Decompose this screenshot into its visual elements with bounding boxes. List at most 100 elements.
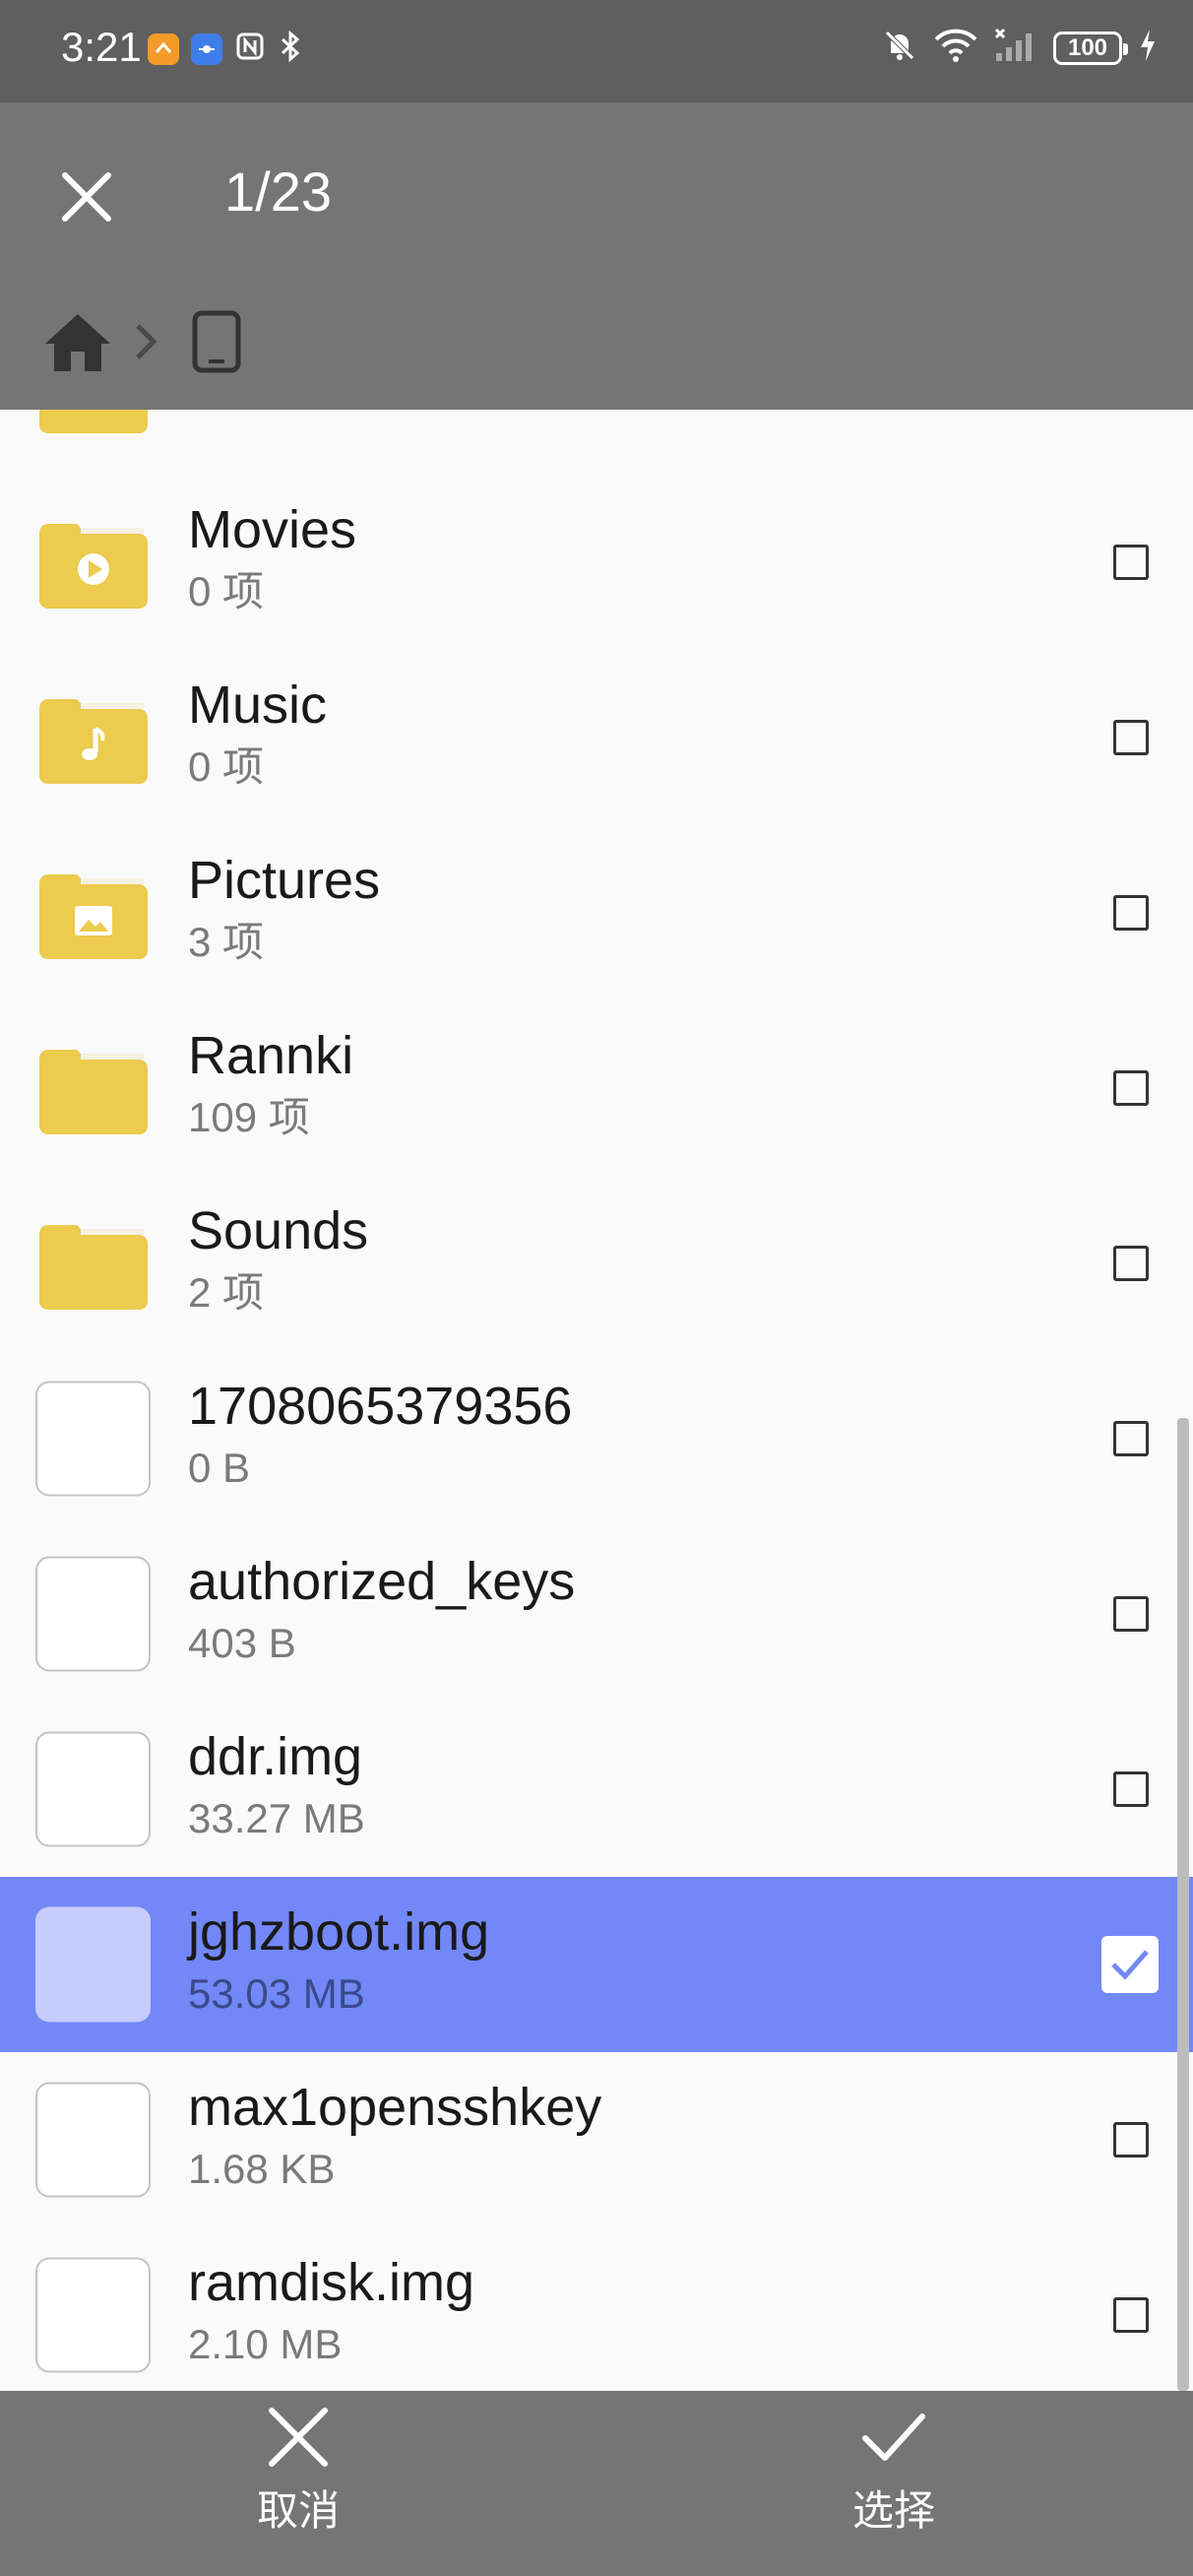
row-checkbox[interactable] <box>1113 2297 1149 2333</box>
chevron-right-icon <box>134 322 157 366</box>
file-row[interactable]: 1708065379356 0 B <box>0 1351 1193 1526</box>
row-text: Music 0 项 <box>188 674 327 793</box>
row-text: Movies 0 项 <box>188 498 356 617</box>
row-checkbox[interactable] <box>1113 545 1149 580</box>
file-row[interactable]: Sounds 2 项 <box>0 1176 1193 1351</box>
wifi-icon <box>933 28 978 68</box>
music-note-icon <box>39 699 148 784</box>
file-row[interactable]: Music 0 项 <box>0 650 1193 825</box>
close-button[interactable] <box>47 158 126 236</box>
file-icon <box>35 2082 151 2198</box>
file-name: jghzboot.img <box>188 1902 490 1962</box>
file-meta: 33.27 MB <box>188 1794 365 1841</box>
row-checkbox[interactable] <box>1113 1596 1149 1632</box>
file-meta: 2 项 <box>188 1268 265 1316</box>
battery-icon: 100 <box>1053 31 1128 65</box>
breadcrumb-device[interactable] <box>191 310 242 378</box>
nfc-icon <box>234 31 266 67</box>
selection-counter: 1/23 <box>224 161 332 223</box>
file-row[interactable]: 1 项 <box>0 410 1193 475</box>
select-button[interactable]: 选择 <box>795 2405 992 2572</box>
row-text: jghzboot.img 53.03 MB <box>188 1900 489 2020</box>
row-text: max1opensshkey 1.68 KB <box>188 2076 601 2195</box>
file-name: Sounds <box>188 1201 369 1260</box>
cancel-label: 取消 <box>256 2487 340 2534</box>
select-label: 选择 <box>851 2487 935 2534</box>
status-system-icons: 100 <box>882 28 1158 68</box>
file-meta: 403 B <box>188 1619 296 1666</box>
home-icon <box>45 313 110 371</box>
file-row[interactable]: Pictures 3 项 <box>0 825 1193 1000</box>
row-checkbox[interactable] <box>1113 1070 1149 1106</box>
file-icon <box>35 1731 151 1847</box>
row-checkbox[interactable] <box>1113 1771 1149 1807</box>
check-icon <box>862 2414 925 2461</box>
file-row[interactable]: Movies 0 项 <box>0 475 1193 650</box>
bluetooth-icon <box>278 30 303 68</box>
file-row[interactable]: ramdisk.img 2.10 MB <box>0 2227 1193 2391</box>
file-picker-screen: 3:21 100 1/23 Movies 0 项 Music 0 项 Pictu… <box>0 0 1193 2576</box>
file-name: ddr.img <box>188 1727 363 1786</box>
file-name: max1opensshkey <box>188 2078 602 2137</box>
file-name: Rannki <box>188 1026 354 1085</box>
file-name: ramdisk.img <box>188 2253 475 2312</box>
file-name: Music <box>188 676 328 735</box>
scrollbar[interactable] <box>1177 1418 1189 2391</box>
mute-bell-icon <box>882 28 917 68</box>
play-icon <box>39 524 148 609</box>
file-name: authorized_keys <box>188 1552 576 1611</box>
file-icon <box>35 1906 151 2023</box>
row-checkbox[interactable] <box>1113 1246 1149 1281</box>
phone-icon <box>192 310 241 372</box>
row-checkbox[interactable] <box>1113 720 1149 755</box>
file-meta: 0 项 <box>188 742 265 790</box>
breadcrumb-home[interactable] <box>43 310 112 378</box>
file-meta: 2.10 MB <box>188 2320 343 2367</box>
row-text: Sounds 2 项 <box>188 1199 368 1319</box>
file-row[interactable]: max1opensshkey 1.68 KB <box>0 2052 1193 2227</box>
status-notification-icons <box>148 30 303 68</box>
file-name: 1708065379356 <box>188 1377 573 1436</box>
battery-level: 100 <box>1067 33 1108 61</box>
file-name: Movies <box>188 500 357 559</box>
row-text: authorized_keys 403 B <box>188 1550 575 1669</box>
file-icon <box>35 1381 151 1497</box>
row-text: ddr.img 33.27 MB <box>188 1725 365 1844</box>
image-icon <box>39 874 148 959</box>
selection-toolbar: 1/23 <box>0 102 1193 410</box>
cancel-button[interactable]: 取消 <box>200 2405 397 2572</box>
row-checkbox[interactable] <box>1113 895 1149 931</box>
close-icon <box>269 2408 328 2467</box>
check-icon <box>1111 1950 1149 1980</box>
status-bar: 3:21 100 <box>0 0 1193 102</box>
row-checkbox[interactable] <box>1113 1421 1149 1456</box>
bottom-action-bar: 取消 选择 <box>0 2391 1193 2576</box>
row-checkbox[interactable] <box>1113 2122 1149 2157</box>
file-meta: 0 B <box>188 1444 251 1491</box>
folder-icon <box>39 410 148 433</box>
row-checkbox[interactable] <box>1101 1936 1159 1993</box>
file-meta: 0 项 <box>188 567 265 614</box>
file-icon <box>35 2257 151 2373</box>
file-meta: 109 项 <box>188 1093 310 1140</box>
file-meta: 1.68 KB <box>188 2145 336 2192</box>
file-list: 1 项 Movies 0 项 Music 0 项 Pictures 3 项 Rannki 109… <box>0 410 1193 2391</box>
file-meta: 3 项 <box>188 918 265 965</box>
row-text: 1708065379356 0 B <box>188 1375 572 1494</box>
file-row[interactable]: authorized_keys 403 B <box>0 1526 1193 1702</box>
file-meta: 53.03 MB <box>188 1969 365 2017</box>
folder-icon <box>39 1225 148 1310</box>
file-list-area[interactable]: 1 项 Movies 0 项 Music 0 项 Pictures 3 项 Rannki 109… <box>0 410 1193 2391</box>
charging-icon <box>1138 28 1158 68</box>
file-name: Pictures <box>188 851 381 910</box>
file-icon <box>35 1556 151 1672</box>
row-text: Rannki 109 项 <box>188 1024 353 1143</box>
row-text: ramdisk.img 2.10 MB <box>188 2251 474 2370</box>
file-row[interactable]: ddr.img 33.27 MB <box>0 1702 1193 1877</box>
file-row[interactable]: jghzboot.img 53.03 MB <box>0 1877 1193 2052</box>
status-time: 3:21 <box>61 24 142 70</box>
close-icon <box>62 172 111 222</box>
app-badge-orange-icon <box>148 32 179 65</box>
file-row[interactable]: Rannki 109 项 <box>0 1000 1193 1176</box>
folder-icon <box>39 1050 148 1134</box>
